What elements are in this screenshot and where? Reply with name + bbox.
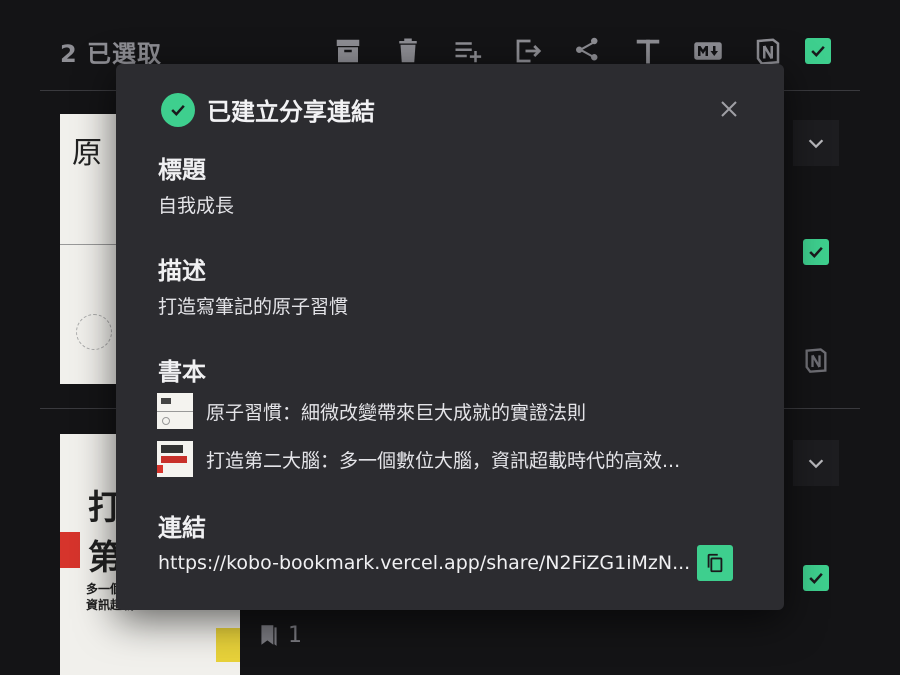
title-label: 標題 [158,156,206,184]
book-item: 原子習慣：細微改變帶來巨大成就的實證法則 [157,393,586,429]
check-circle-icon [161,92,195,127]
bookmarks-icon [261,625,277,646]
text-icon[interactable] [633,36,663,66]
expand-button[interactable] [793,440,839,486]
notion-icon[interactable] [753,36,783,66]
description-value: 打造寫筆記的原子習慣 [158,296,349,318]
dialog-header: 已建立分享連結 [161,92,375,127]
books-label: 書本 [158,358,206,386]
bookmark-count-value: 1 [288,622,302,648]
bookmark-count: 1 [256,620,302,650]
title-value: 自我成長 [158,195,235,217]
share-icon[interactable] [573,36,603,66]
export-icon[interactable] [513,36,543,66]
book-item: 打造第二大腦：多一個數位大腦，資訊超載時代的高效... [157,441,680,477]
book-checkbox[interactable] [803,565,829,591]
archive-icon[interactable] [333,36,363,66]
cover-title: 原 [72,136,102,171]
close-button[interactable] [714,94,744,124]
copy-button[interactable] [697,545,734,581]
share-link[interactable]: https://kobo-bookmark.vercel.app/share/N… [158,552,690,574]
copy-icon [707,553,723,573]
book-thumbnail [157,393,193,429]
playlist-add-icon[interactable] [453,36,483,66]
trash-icon[interactable] [393,36,423,66]
share-dialog: 已建立分享連結 標題 自我成長 描述 打造寫筆記的原子習慣 書本 原子習慣：細微… [116,64,784,610]
book-title: 原子習慣：細微改變帶來巨大成就的實證法則 [206,401,587,424]
link-label: 連結 [158,514,206,542]
select-all-checkbox[interactable] [805,38,831,64]
description-label: 描述 [158,257,206,285]
book-title: 打造第二大腦：多一個數位大腦，資訊超載時代的高效... [206,449,681,472]
markdown-icon[interactable] [693,36,723,66]
expand-button[interactable] [793,120,839,166]
dialog-title: 已建立分享連結 [207,98,375,126]
book-thumbnail [157,441,193,477]
notion-icon[interactable] [802,346,830,374]
book-checkbox[interactable] [803,239,829,265]
link-row: https://kobo-bookmark.vercel.app/share/N… [158,545,734,581]
